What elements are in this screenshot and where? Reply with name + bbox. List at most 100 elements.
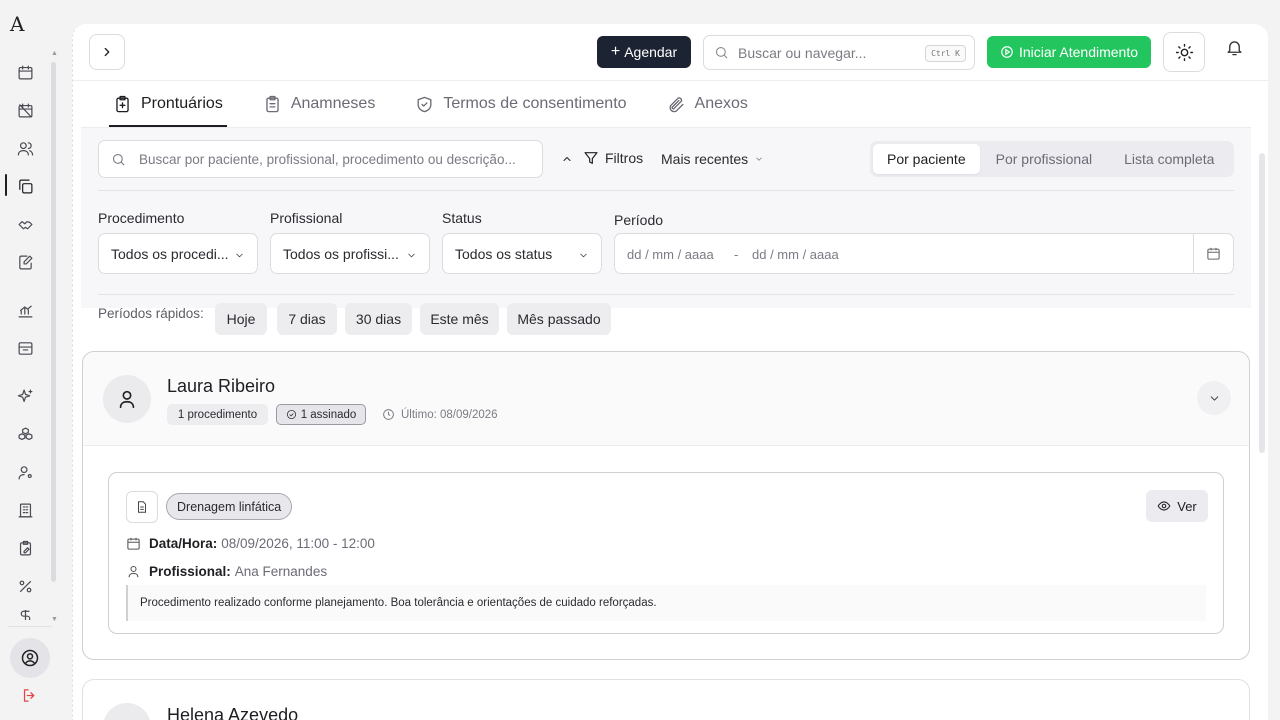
record-professional: Profissional: Ana Fernandes bbox=[126, 564, 327, 579]
logout-icon[interactable] bbox=[21, 687, 39, 705]
scroll-down-arrow-icon[interactable]: ▼ bbox=[51, 616, 58, 623]
chart-icon[interactable] bbox=[15, 300, 35, 320]
tab-label: Termos de consentimento bbox=[443, 95, 627, 112]
procedimento-select[interactable]: Todos os procedi... bbox=[98, 233, 258, 274]
calendar-icon[interactable] bbox=[1206, 246, 1222, 262]
date-to-field[interactable]: dd / mm / aaaa bbox=[752, 247, 839, 262]
tab-anexos[interactable]: Anexos bbox=[667, 81, 748, 127]
patient-card-header[interactable]: Laura Ribeiro 1 procedimento 1 assinado … bbox=[83, 352, 1249, 446]
tab-label: Prontuários bbox=[141, 95, 223, 112]
global-search-placeholder: Buscar ou navegar... bbox=[738, 44, 867, 61]
search-icon bbox=[112, 153, 125, 166]
sparkles-icon[interactable] bbox=[15, 386, 35, 406]
tab-anamneses[interactable]: Anamneses bbox=[263, 81, 376, 127]
datetime-key: Data/Hora: bbox=[149, 536, 218, 551]
status-label: Status bbox=[442, 210, 482, 226]
filter-divider bbox=[98, 190, 1234, 191]
sidebar-scrollbar[interactable] bbox=[51, 62, 56, 582]
professional-key: Profissional: bbox=[149, 564, 231, 579]
sidebar-toggle-button[interactable] bbox=[89, 34, 125, 70]
bell-icon[interactable] bbox=[1225, 38, 1245, 58]
view-por-profissional[interactable]: Por profissional bbox=[980, 144, 1109, 174]
procedimento-label: Procedimento bbox=[98, 210, 185, 226]
quick-period-mes-passado[interactable]: Mês passado bbox=[507, 303, 611, 335]
edit-document-icon[interactable] bbox=[15, 252, 35, 272]
handshake-icon[interactable] bbox=[15, 214, 35, 234]
calendar-off-icon[interactable] bbox=[15, 100, 35, 120]
patient-card[interactable]: Helena Azevedo bbox=[82, 679, 1250, 720]
view-por-paciente[interactable]: Por paciente bbox=[873, 144, 980, 174]
sidebar-active-indicator bbox=[5, 174, 7, 196]
chevron-down-icon bbox=[234, 248, 245, 259]
inbox-icon[interactable] bbox=[15, 338, 35, 358]
user-settings-icon[interactable] bbox=[15, 462, 35, 482]
building-icon[interactable] bbox=[15, 500, 35, 520]
chevron-down-icon bbox=[1210, 395, 1218, 401]
calendar-icon[interactable] bbox=[15, 62, 35, 82]
patient-name: Helena Azevedo bbox=[167, 705, 299, 720]
badge-text: 1 procedimento bbox=[177, 408, 258, 421]
iniciar-atendimento-button[interactable]: Iniciar Atendimento bbox=[987, 36, 1151, 68]
periodo-date-range[interactable]: dd / mm / aaaa - dd / mm / aaaa bbox=[614, 233, 1234, 274]
profissional-value: Todos os profissi... bbox=[283, 245, 399, 262]
chevron-down-icon bbox=[756, 157, 762, 161]
eye-icon bbox=[1157, 501, 1171, 511]
professional-value: Ana Fernandes bbox=[234, 564, 328, 579]
ver-label: Ver bbox=[1177, 498, 1197, 514]
view-lista-completa[interactable]: Lista completa bbox=[1108, 144, 1230, 174]
filter-icon bbox=[584, 152, 598, 164]
tab-termos[interactable]: Termos de consentimento bbox=[415, 81, 627, 127]
profissional-label: Profissional bbox=[270, 210, 343, 226]
view-record-button[interactable]: Ver bbox=[1146, 490, 1208, 522]
agendar-label: Agendar bbox=[624, 44, 678, 60]
sidebar-divider bbox=[8, 626, 52, 627]
dollar-icon[interactable] bbox=[15, 610, 35, 620]
search-shortcut: Ctrl K bbox=[925, 45, 966, 62]
agendar-button[interactable]: + Agendar bbox=[597, 36, 691, 68]
main-panel: + Agendar Buscar ou navegar... Ctrl K In… bbox=[72, 24, 1268, 720]
signed-count-badge: 1 assinado bbox=[276, 404, 366, 425]
theme-toggle-button[interactable] bbox=[1163, 32, 1205, 72]
percent-icon[interactable] bbox=[15, 576, 35, 596]
status-select[interactable]: Todos os status bbox=[442, 233, 602, 274]
filters-label: Filtros bbox=[605, 150, 644, 166]
last-visit: Último: 08/09/2026 bbox=[382, 408, 498, 421]
app-logo[interactable]: A bbox=[10, 12, 32, 36]
user-avatar[interactable] bbox=[10, 638, 50, 678]
procedure-badge: Drenagem linfática bbox=[166, 493, 293, 520]
scroll-up-arrow-icon[interactable]: ▲ bbox=[51, 50, 58, 57]
plus-icon: + bbox=[610, 43, 621, 60]
quick-period-este-mes[interactable]: Este mês bbox=[420, 303, 499, 335]
calendar-divider bbox=[1193, 234, 1194, 273]
calendar-icon bbox=[127, 537, 140, 550]
quick-period-7-dias[interactable]: 7 dias bbox=[277, 303, 337, 335]
users-icon[interactable] bbox=[15, 138, 35, 158]
records-search-input[interactable]: Buscar por paciente, profissional, proce… bbox=[98, 140, 543, 178]
global-search-input[interactable]: Buscar ou navegar... Ctrl K bbox=[703, 35, 975, 70]
record-card: Drenagem linfática Ver Data/Hora: 08/09/… bbox=[108, 472, 1224, 634]
play-circle-icon bbox=[1001, 46, 1013, 58]
clipboard-list-icon bbox=[266, 95, 279, 112]
copy-files-icon[interactable] bbox=[15, 176, 35, 196]
chevron-up-icon[interactable] bbox=[561, 152, 573, 164]
content-scrollbar[interactable] bbox=[1259, 153, 1265, 453]
boxes-icon[interactable] bbox=[15, 424, 35, 444]
date-from-field[interactable]: dd / mm / aaaa bbox=[627, 247, 714, 262]
clipboard-edit-icon[interactable] bbox=[15, 538, 35, 558]
chevron-down-icon bbox=[578, 248, 589, 259]
filters-toggle[interactable]: Filtros bbox=[583, 150, 643, 166]
patient-name: Laura Ribeiro bbox=[167, 376, 276, 396]
tab-prontuarios[interactable]: Prontuários bbox=[109, 81, 227, 127]
sort-dropdown[interactable]: Mais recentes bbox=[661, 151, 764, 167]
quick-period-hoje[interactable]: Hoje bbox=[215, 303, 267, 335]
iniciar-label: Iniciar Atendimento bbox=[1018, 44, 1139, 60]
clipboard-plus-icon bbox=[116, 95, 129, 112]
quick-period-30-dias[interactable]: 30 dias bbox=[345, 303, 412, 335]
badge-text: 1 assinado bbox=[300, 408, 357, 421]
check-circle-icon bbox=[286, 409, 296, 420]
profissional-select[interactable]: Todos os profissi... bbox=[270, 233, 430, 274]
clock-icon bbox=[383, 409, 394, 420]
tab-label: Anamneses bbox=[290, 95, 376, 112]
collapse-patient-button[interactable] bbox=[1197, 381, 1231, 415]
patient-avatar bbox=[103, 703, 151, 720]
